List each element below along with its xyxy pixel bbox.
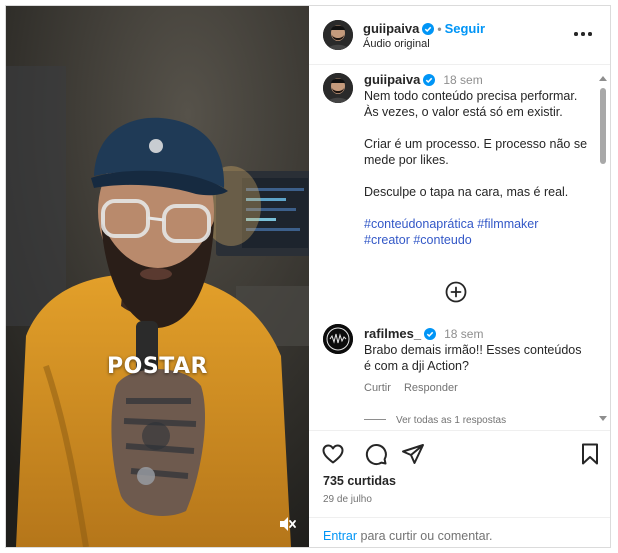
login-text: Entrar para curtir ou comentar. [323,529,493,543]
post-dialog: POSTAR guiipaiva • Seguir Áudio original… [5,5,611,548]
audio-link[interactable]: Áudio original [363,38,430,50]
verified-icon [424,328,437,340]
avatar[interactable] [323,324,353,354]
mute-icon[interactable] [277,514,297,534]
avatar[interactable] [323,73,353,103]
header-user-row: guiipaiva • Seguir [363,21,485,36]
comment-time[interactable]: 18 sem [444,327,483,341]
view-replies-button[interactable]: Ver todas as 1 respostas [364,415,506,426]
hashtag-link[interactable]: #filmmaker [477,217,538,231]
scrollbar[interactable] [599,76,607,421]
separator-dot: • [437,22,442,36]
scroll-up-icon[interactable] [599,76,607,81]
likes-count[interactable]: 735 curtidas [323,474,396,488]
caption-line: Criar é um processo. E processo não se [364,137,588,151]
verified-icon [423,74,436,86]
caption-line: Nem todo conteúdo precisa performar. [364,89,578,103]
comment-username[interactable]: rafilmes_ [364,326,421,341]
login-suffix: para curtir ou comentar. [357,529,493,543]
video-frame [6,6,309,547]
hashtag-row: #creator #conteudo [364,232,599,248]
add-comment-icon[interactable] [445,281,467,303]
hashtag-link[interactable]: #conteudo [413,233,471,247]
caption-username[interactable]: guiipaiva [364,72,420,87]
hashtag-link[interactable]: #conteúdonaprática [364,217,474,231]
comment-body: rafilmes_ 18 sem Brabo demais irmão!! Ess… [364,326,604,396]
caption-body: guiipaiva 18 sem Nem todo conteúdo precis… [364,72,599,248]
share-icon[interactable] [401,442,425,466]
like-comment-button[interactable]: Curtir [364,382,391,394]
comment-line: é com a dji Action? [364,359,469,373]
heart-icon[interactable] [321,442,345,466]
scroll-thumb[interactable] [600,88,606,164]
comment-icon[interactable] [364,442,388,466]
hashtag-row: #conteúdonaprática #filmmaker [364,216,599,232]
post-header: guiipaiva • Seguir Áudio original [309,6,610,65]
username-link[interactable]: guiipaiva [363,21,419,36]
divider [364,419,386,420]
comment-actions: Curtir Responder [364,380,604,396]
login-prompt: Entrar para curtir ou comentar. [309,517,610,547]
caption-time[interactable]: 18 sem [443,73,482,87]
video-overlay-text: POSTAR [107,354,208,379]
view-replies-label: Ver todas as 1 respostas [396,415,507,426]
comments-section: guiipaiva 18 sem Nem todo conteúdo precis… [309,65,610,430]
caption-line: Às vezes, o valor está só em existir. [364,105,563,119]
verified-icon [422,23,435,35]
caption-line: mede por likes. [364,153,449,167]
bookmark-icon[interactable] [578,442,602,466]
hashtag-link[interactable]: #creator [364,233,410,247]
more-icon[interactable] [574,32,592,38]
avatar[interactable] [323,20,353,50]
reply-button[interactable]: Responder [404,382,458,394]
comment-line: Brabo demais irmão!! Esses conteúdos [364,343,582,357]
post-sidebar: guiipaiva • Seguir Áudio original guiipa… [309,6,610,547]
post-actions: 735 curtidas 29 de julho Entrar para cur… [309,430,610,547]
caption-line: Desculpe o tapa na cara, mas é real. [364,185,569,199]
login-link[interactable]: Entrar [323,529,357,543]
post-date[interactable]: 29 de julho [323,494,372,505]
scroll-down-icon[interactable] [599,416,607,421]
video-player[interactable]: POSTAR [6,6,309,547]
follow-button[interactable]: Seguir [445,21,485,36]
